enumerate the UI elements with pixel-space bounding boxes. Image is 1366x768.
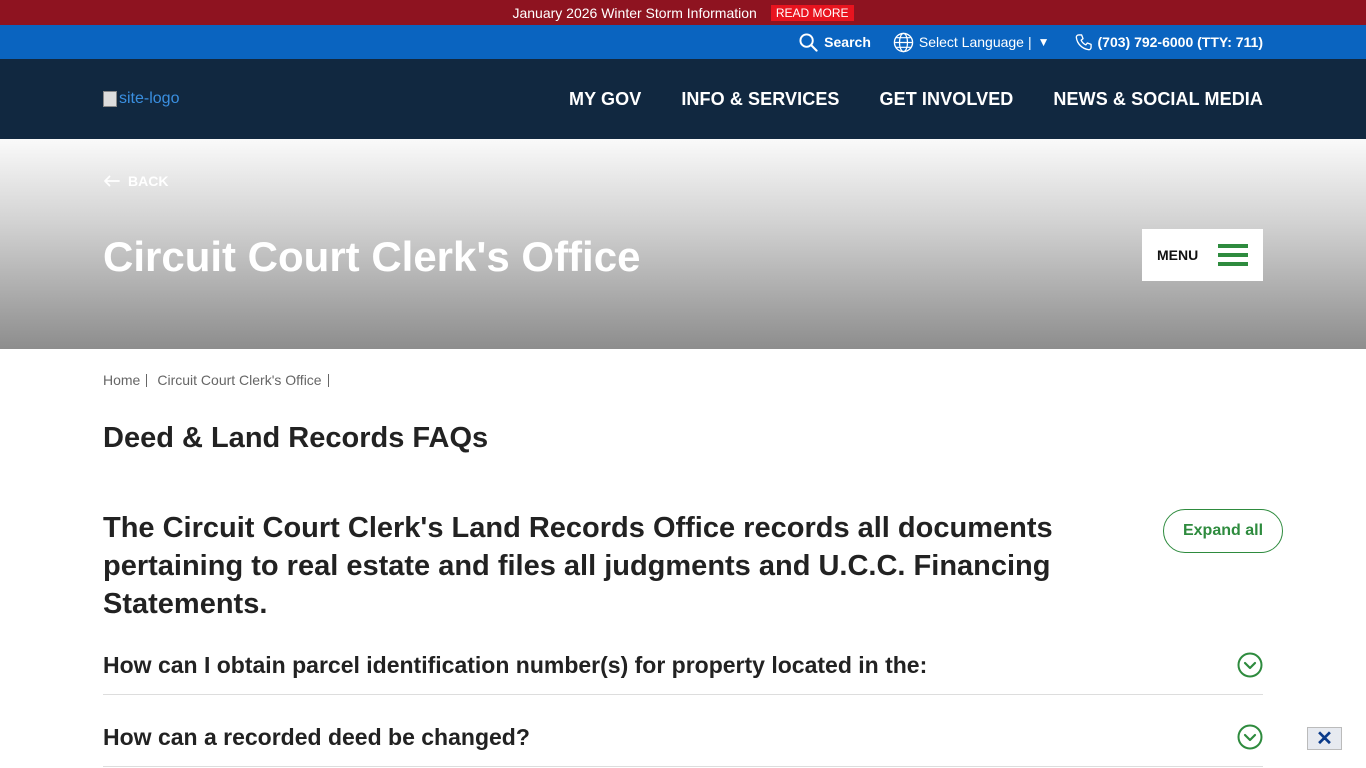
faq-question: How can I obtain parcel identification n… — [103, 651, 928, 678]
alert-bar: January 2026 Winter Storm Information RE… — [0, 0, 1366, 25]
read-more-link[interactable]: READ MORE — [770, 4, 854, 21]
chevron-down-icon — [1237, 724, 1263, 750]
main-nav: site-logo MY GOV INFO & SERVICES GET INV… — [0, 59, 1366, 139]
nav-link-my-gov[interactable]: MY GOV — [569, 89, 641, 110]
expand-all-button[interactable]: Expand all — [1163, 509, 1283, 553]
nav-link-get-involved[interactable]: GET INVOLVED — [880, 89, 1014, 110]
arrow-left-icon — [104, 175, 120, 187]
section-heading: Deed & Land Records FAQs — [103, 422, 489, 454]
breadcrumb-separator — [327, 373, 329, 387]
breadcrumb-home-label: Home — [103, 372, 141, 388]
phone-link[interactable]: (703) 792-6000 (TTY: 711) — [1074, 33, 1264, 52]
faq-item[interactable]: How can a recorded deed be changed? — [103, 708, 1263, 767]
intro-text: The Circuit Court Clerk's Land Records O… — [103, 512, 1053, 620]
search-label: Search — [824, 34, 871, 50]
search-icon — [799, 32, 818, 52]
menu-label: MENU — [1157, 247, 1199, 263]
hamburger-icon — [1218, 239, 1248, 271]
breadcrumb-separator — [146, 373, 148, 387]
phone-icon — [1075, 33, 1092, 50]
site-logo[interactable]: site-logo — [103, 90, 179, 108]
breadcrumb: Home Circuit Court Clerk's Office — [103, 372, 339, 388]
broken-image-icon — [103, 91, 117, 107]
language-select[interactable]: Select Language | ▼ — [893, 32, 1050, 53]
faq-item[interactable]: How can I obtain parcel identification n… — [103, 636, 1263, 695]
breadcrumb-circuit-court-label: Circuit Court Clerk's Office — [157, 372, 322, 388]
faq-question: How can a recorded deed be changed? — [103, 723, 530, 750]
utility-bar: Search Select Language | ▼ (703) 792-600… — [0, 25, 1366, 59]
breadcrumb-home[interactable]: Home — [103, 372, 140, 388]
hero-banner: BACK Circuit Court Clerk's Office MENU — [0, 139, 1366, 349]
language-divider: | — [1027, 34, 1032, 50]
back-link[interactable]: BACK — [103, 173, 168, 189]
logo-alt-text: site-logo — [119, 90, 180, 107]
breadcrumb-circuit-court[interactable]: Circuit Court Clerk's Office — [157, 372, 321, 388]
back-label: BACK — [128, 173, 169, 189]
search-button[interactable]: Search — [799, 32, 871, 52]
nav-links: MY GOV INFO & SERVICES GET INVOLVED NEWS… — [529, 89, 1263, 110]
chevron-down-icon — [1237, 652, 1263, 678]
nav-link-news-social-media[interactable]: NEWS & SOCIAL MEDIA — [1053, 89, 1263, 110]
alert-text: January 2026 Winter Storm Information — [512, 4, 757, 21]
close-icon: ✕ — [1316, 728, 1333, 750]
phone-number: (703) 792-6000 (TTY: 711) — [1097, 34, 1264, 50]
section-menu-button[interactable]: MENU — [1142, 229, 1263, 281]
nav-link-info-services[interactable]: INFO & SERVICES — [681, 89, 839, 110]
page-title: Circuit Court Clerk's Office — [103, 233, 641, 280]
close-button[interactable]: ✕ — [1307, 727, 1342, 750]
language-label: Select Language — [918, 34, 1024, 50]
globe-icon — [893, 32, 914, 52]
language-dropdown-arrow: ▼ — [1037, 35, 1050, 49]
